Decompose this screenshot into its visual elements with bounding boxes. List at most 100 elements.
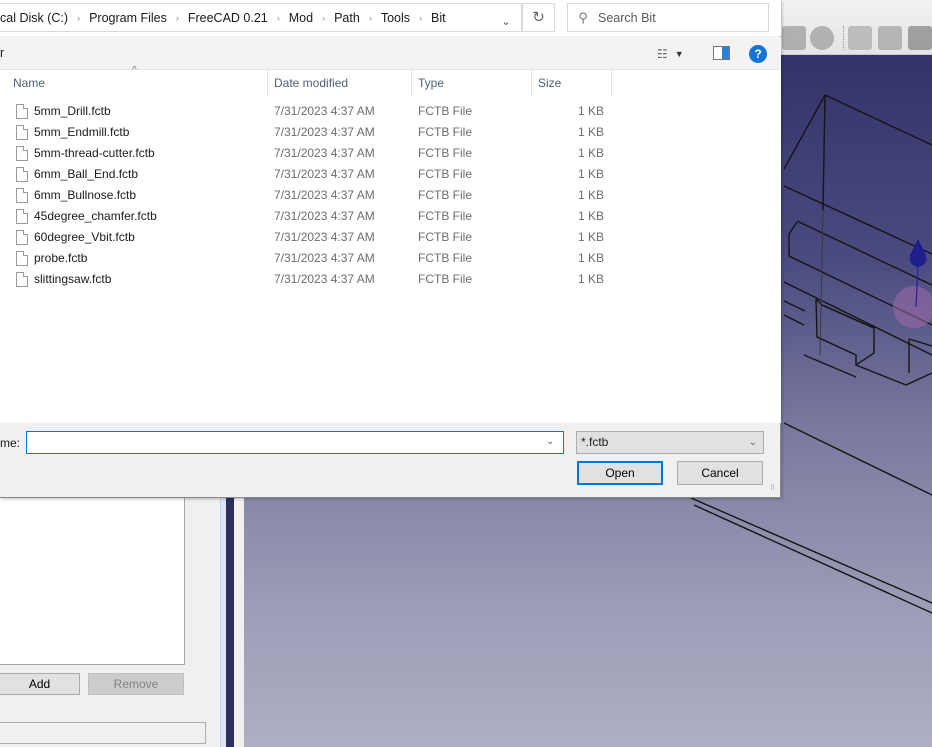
toolbar-toolcontroller-icon[interactable] <box>878 26 902 50</box>
file-name: 45degree_chamfer.fctb <box>34 209 157 223</box>
chevron-down-icon[interactable]: ⌄ <box>546 436 554 447</box>
file-row[interactable]: 6mm_Ball_End.fctb 7/31/2023 4:37 AM FCTB F… <box>0 164 612 185</box>
filename-label: me: <box>0 436 21 450</box>
file-type: FCTB File <box>418 104 472 118</box>
file-date: 7/31/2023 4:37 AM <box>274 188 375 202</box>
chevron-down-icon: ⌄ <box>748 437 757 448</box>
file-row[interactable]: 45degree_chamfer.fctb 7/31/2023 4:37 AM FC… <box>0 206 612 227</box>
file-type: FCTB File <box>418 167 472 181</box>
search-icon: ⚲ <box>578 9 588 25</box>
organize-menu[interactable]: r <box>0 46 4 60</box>
file-row[interactable]: probe.fctb 7/31/2023 4:37 AM FCTB File 1 KB <box>0 248 612 269</box>
details-view-icon: ☷ <box>657 47 668 61</box>
breadcrumb-item[interactable]: FreeCAD 0.21 <box>188 11 268 25</box>
address-bar[interactable]: cal Disk (C:) › Program Files › FreeCAD … <box>0 3 522 32</box>
search-input[interactable]: ⚲ Search Bit <box>567 3 769 32</box>
column-headers: Name ^ Date modified Type Size <box>0 65 612 96</box>
filename-input[interactable] <box>26 431 564 454</box>
file-row[interactable]: 6mm_Bullnose.fctb 7/31/2023 4:37 AM FCTB F… <box>0 185 612 206</box>
file-row[interactable]: 5mm_Drill.fctb 7/31/2023 4:37 AM FCTB File… <box>0 101 612 122</box>
file-icon <box>16 230 28 245</box>
chevron-right-icon[interactable]: › <box>277 13 280 23</box>
chevron-down-icon[interactable]: ⌄ <box>496 12 516 32</box>
origin-sphere <box>893 286 932 328</box>
file-size: 1 KB <box>577 188 604 202</box>
z-axis-arrow-icon <box>909 239 927 267</box>
file-date: 7/31/2023 4:37 AM <box>274 125 375 139</box>
breadcrumb-item[interactable]: Mod <box>289 11 313 25</box>
file-type: FCTB File <box>418 272 472 286</box>
address-row: cal Disk (C:) › Program Files › FreeCAD … <box>0 0 781 36</box>
chevron-right-icon[interactable]: › <box>322 13 325 23</box>
breadcrumb-item[interactable]: Program Files <box>89 11 167 25</box>
freecad-toolbar <box>780 0 932 55</box>
splitter-gap <box>234 495 244 747</box>
file-row[interactable]: 5mm-thread-cutter.fctb 7/31/2023 4:37 AM F… <box>0 143 612 164</box>
tool-list[interactable] <box>0 495 185 665</box>
file-size: 1 KB <box>577 251 604 265</box>
add-button[interactable]: Add <box>0 673 80 695</box>
file-type: FCTB File <box>418 125 472 139</box>
file-type-value: *.fctb <box>581 435 609 449</box>
file-list: Name ^ Date modified Type Size 5mm_Drill… <box>0 65 781 423</box>
file-date: 7/31/2023 4:37 AM <box>274 104 375 118</box>
remove-button[interactable]: Remove <box>88 673 184 695</box>
file-type-select[interactable]: *.fctb ⌄ <box>576 431 764 454</box>
file-size: 1 KB <box>577 230 604 244</box>
command-bar: r ☷ ▼ <box>0 37 781 70</box>
file-date: 7/31/2023 4:37 AM <box>274 251 375 265</box>
file-name: 5mm_Drill.fctb <box>34 104 111 118</box>
breadcrumb-item[interactable]: Bit <box>431 11 446 25</box>
file-name: 6mm_Ball_End.fctb <box>34 167 139 181</box>
cancel-button[interactable]: Cancel <box>677 461 763 485</box>
file-icon <box>16 209 28 224</box>
file-date: 7/31/2023 4:37 AM <box>274 272 375 286</box>
file-date: 7/31/2023 4:37 AM <box>274 167 375 181</box>
file-size: 1 KB <box>577 125 604 139</box>
resize-grip-icon[interactable]: ⠿ <box>770 485 779 496</box>
toolbar-separator <box>843 26 844 50</box>
column-header-size[interactable]: Size <box>532 70 612 96</box>
preview-pane-icon[interactable] <box>713 46 730 60</box>
tool-panel: Add Remove <box>0 495 220 747</box>
toolbar-tool-icon[interactable] <box>782 26 806 50</box>
chevron-right-icon[interactable]: › <box>77 13 80 23</box>
file-row[interactable]: 60degree_Vbit.fctb 7/31/2023 4:37 AM FCTB … <box>0 227 612 248</box>
breadcrumb-item[interactable]: Path <box>334 11 360 25</box>
file-name: 5mm-thread-cutter.fctb <box>34 146 155 160</box>
search-placeholder: Search Bit <box>598 10 656 25</box>
panel-field[interactable] <box>0 722 206 744</box>
column-header-date[interactable]: Date modified <box>268 70 412 96</box>
toolbar-toolbit-icon[interactable] <box>848 26 872 50</box>
file-size: 1 KB <box>577 104 604 118</box>
chevron-right-icon[interactable]: › <box>176 13 179 23</box>
file-size: 1 KB <box>577 167 604 181</box>
file-size: 1 KB <box>577 272 604 286</box>
breadcrumb-item[interactable]: cal Disk (C:) <box>0 11 68 25</box>
open-button[interactable]: Open <box>577 461 663 485</box>
refresh-button[interactable]: ↻ <box>522 3 555 32</box>
file-icon <box>16 104 28 119</box>
file-icon <box>16 188 28 203</box>
help-icon[interactable]: ? <box>749 45 767 63</box>
chevron-right-icon[interactable]: › <box>419 13 422 23</box>
file-row[interactable]: slittingsaw.fctb 7/31/2023 4:37 AM FCTB Fi… <box>0 269 612 290</box>
file-name: 6mm_Bullnose.fctb <box>34 188 137 202</box>
toolbar-head-icon[interactable] <box>810 26 834 50</box>
chevron-right-icon[interactable]: › <box>369 13 372 23</box>
toolbar-library-icon[interactable] <box>908 26 932 50</box>
file-date: 7/31/2023 4:37 AM <box>274 230 375 244</box>
file-name: 5mm_Endmill.fctb <box>34 125 130 139</box>
file-type: FCTB File <box>418 146 472 160</box>
splitter-bar[interactable] <box>226 495 234 747</box>
breadcrumb-item[interactable]: Tools <box>381 11 410 25</box>
file-row[interactable]: 5mm_Endmill.fctb 7/31/2023 4:37 AM FCTB Fi… <box>0 122 612 143</box>
file-size: 1 KB <box>577 146 604 160</box>
file-icon <box>16 272 28 287</box>
file-icon <box>16 125 28 140</box>
column-header-type[interactable]: Type <box>412 70 532 96</box>
file-size: 1 KB <box>577 209 604 223</box>
change-view-button[interactable]: ☷ ▼ <box>657 45 697 63</box>
file-name: 60degree_Vbit.fctb <box>34 230 135 244</box>
file-icon <box>16 146 28 161</box>
